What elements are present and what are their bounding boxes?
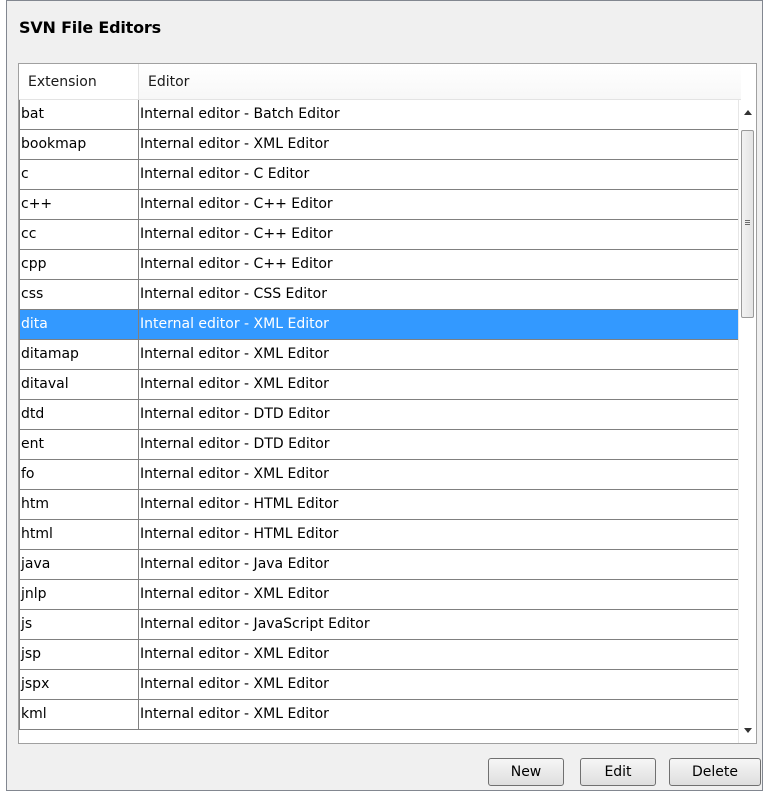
editor-cell[interactable]: Internal editor - C++ Editor bbox=[139, 190, 741, 220]
scroll-up-arrow-icon[interactable] bbox=[739, 104, 756, 121]
extension-cell[interactable]: cpp bbox=[19, 250, 139, 280]
scroll-down-arrow-icon[interactable] bbox=[739, 722, 756, 739]
table-row[interactable]: jspx Internal editor - XML Editor bbox=[19, 670, 741, 700]
panel-title: SVN File Editors bbox=[19, 18, 161, 37]
editor-cell[interactable]: Internal editor - XML Editor bbox=[139, 640, 741, 670]
table-row[interactable]: ditaval Internal editor - XML Editor bbox=[19, 370, 741, 400]
editor-cell[interactable]: Internal editor - XML Editor bbox=[139, 460, 741, 490]
editor-cell[interactable]: Internal editor - XML Editor bbox=[139, 670, 741, 700]
table-row[interactable]: java Internal editor - Java Editor bbox=[19, 550, 741, 580]
extension-cell[interactable]: dita bbox=[19, 310, 139, 340]
editor-cell[interactable]: Internal editor - XML Editor bbox=[139, 700, 741, 730]
extension-cell[interactable]: java bbox=[19, 550, 139, 580]
edit-button[interactable]: Edit bbox=[580, 758, 656, 786]
extension-cell[interactable]: bookmap bbox=[19, 130, 139, 160]
extension-cell[interactable]: htm bbox=[19, 490, 139, 520]
table-row[interactable]: kml Internal editor - XML Editor bbox=[19, 700, 741, 730]
extension-cell[interactable]: c bbox=[19, 160, 139, 190]
editor-cell[interactable]: Internal editor - DTD Editor bbox=[139, 400, 741, 430]
table-row[interactable]: css Internal editor - CSS Editor bbox=[19, 280, 741, 310]
editor-cell[interactable]: Internal editor - C++ Editor bbox=[139, 250, 741, 280]
table-row[interactable]: c Internal editor - C Editor bbox=[19, 160, 741, 190]
delete-button[interactable]: Delete bbox=[669, 758, 761, 786]
editor-cell[interactable]: Internal editor - HTML Editor bbox=[139, 520, 741, 550]
table-row[interactable]: jnlp Internal editor - XML Editor bbox=[19, 580, 741, 610]
editor-cell[interactable]: Internal editor - HTML Editor bbox=[139, 490, 741, 520]
editor-cell[interactable]: Internal editor - Batch Editor bbox=[139, 100, 741, 130]
extension-cell[interactable]: c++ bbox=[19, 190, 139, 220]
extension-cell[interactable]: cc bbox=[19, 220, 139, 250]
table-row[interactable]: htm Internal editor - HTML Editor bbox=[19, 490, 741, 520]
table-row[interactable]: html Internal editor - HTML Editor bbox=[19, 520, 741, 550]
extension-cell[interactable]: ent bbox=[19, 430, 139, 460]
extension-cell[interactable]: ditaval bbox=[19, 370, 139, 400]
scroll-grip-icon bbox=[745, 220, 750, 221]
table-row[interactable]: dtd Internal editor - DTD Editor bbox=[19, 400, 741, 430]
column-header-editor[interactable]: Editor bbox=[139, 64, 741, 100]
scrollbar-thumb[interactable] bbox=[741, 130, 754, 318]
extension-cell[interactable]: dtd bbox=[19, 400, 139, 430]
extension-cell[interactable]: fo bbox=[19, 460, 139, 490]
table-row[interactable]: c++ Internal editor - C++ Editor bbox=[19, 190, 741, 220]
editor-cell[interactable]: Internal editor - XML Editor bbox=[139, 340, 741, 370]
scroll-grip-line bbox=[745, 224, 750, 225]
table-row[interactable]: bat Internal editor - Batch Editor bbox=[19, 100, 741, 130]
table-row[interactable]: ditamap Internal editor - XML Editor bbox=[19, 340, 741, 370]
editor-cell[interactable]: Internal editor - XML Editor bbox=[139, 370, 741, 400]
extension-cell[interactable]: js bbox=[19, 610, 139, 640]
table-row[interactable]: ent Internal editor - DTD Editor bbox=[19, 430, 741, 460]
editor-cell[interactable]: Internal editor - DTD Editor bbox=[139, 430, 741, 460]
scroll-grip-line bbox=[745, 222, 750, 223]
editor-cell[interactable]: Internal editor - C++ Editor bbox=[139, 220, 741, 250]
file-editors-table: Extension Editor bat Internal editor - Ba… bbox=[18, 63, 757, 744]
editor-cell[interactable]: Internal editor - JavaScript Editor bbox=[139, 610, 741, 640]
extension-cell[interactable]: css bbox=[19, 280, 139, 310]
table-row[interactable]: fo Internal editor - XML Editor bbox=[19, 460, 741, 490]
table-row[interactable]: cc Internal editor - C++ Editor bbox=[19, 220, 741, 250]
editor-cell[interactable]: Internal editor - CSS Editor bbox=[139, 280, 741, 310]
table-row[interactable]: dita Internal editor - XML Editor bbox=[19, 310, 741, 340]
svn-file-editors-panel: SVN File Editors Extension Editor bat Int… bbox=[6, 0, 763, 791]
extension-cell[interactable]: kml bbox=[19, 700, 139, 730]
table-row[interactable]: cpp Internal editor - C++ Editor bbox=[19, 250, 741, 280]
editor-cell[interactable]: Internal editor - C Editor bbox=[139, 160, 741, 190]
extension-cell[interactable]: jnlp bbox=[19, 580, 139, 610]
extension-cell[interactable]: bat bbox=[19, 100, 139, 130]
table-body: bat Internal editor - Batch Editor bookmap… bbox=[19, 100, 741, 730]
table-row[interactable]: js Internal editor - JavaScript Editor bbox=[19, 610, 741, 640]
column-header-extension[interactable]: Extension bbox=[19, 64, 139, 100]
extension-cell[interactable]: jsp bbox=[19, 640, 139, 670]
extension-cell[interactable]: ditamap bbox=[19, 340, 139, 370]
table-header: Extension Editor bbox=[19, 64, 741, 100]
editor-cell[interactable]: Internal editor - XML Editor bbox=[139, 130, 741, 160]
editor-cell[interactable]: Internal editor - XML Editor bbox=[139, 580, 741, 610]
vertical-scrollbar[interactable] bbox=[738, 100, 756, 743]
new-button[interactable]: New bbox=[488, 758, 564, 786]
table-row[interactable]: bookmap Internal editor - XML Editor bbox=[19, 130, 741, 160]
editor-cell[interactable]: Internal editor - XML Editor bbox=[139, 310, 741, 340]
extension-cell[interactable]: html bbox=[19, 520, 139, 550]
extension-cell[interactable]: jspx bbox=[19, 670, 139, 700]
editor-cell[interactable]: Internal editor - Java Editor bbox=[139, 550, 741, 580]
table-row[interactable]: jsp Internal editor - XML Editor bbox=[19, 640, 741, 670]
